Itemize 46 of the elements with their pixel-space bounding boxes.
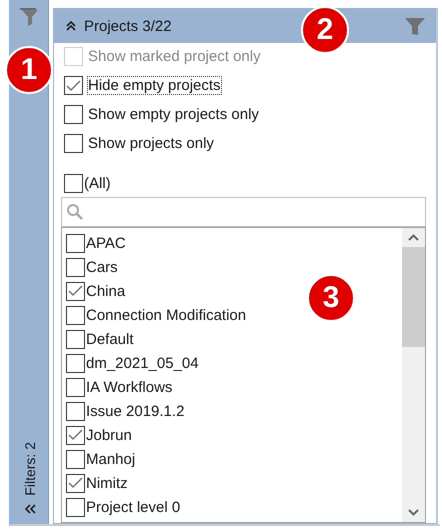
- checkbox[interactable]: [66, 474, 85, 492]
- double-chevron-left-icon[interactable]: [24, 504, 36, 514]
- scroll-up-icon[interactable]: [408, 234, 419, 241]
- search-field[interactable]: [61, 197, 426, 227]
- callout-badge: 2: [301, 6, 349, 54]
- checkbox[interactable]: [66, 306, 85, 324]
- scrollbar-thumb[interactable]: [402, 247, 425, 347]
- scrollbar[interactable]: [402, 228, 425, 522]
- project-label[interactable]: APAC: [86, 234, 126, 252]
- project-label[interactable]: China: [86, 282, 126, 300]
- project-label[interactable]: Default: [86, 330, 134, 348]
- callout-badge: 3: [307, 274, 355, 322]
- all-label[interactable]: (All): [84, 175, 111, 192]
- checkbox[interactable]: [64, 76, 83, 95]
- project-label[interactable]: Issue 2019.1.2: [86, 402, 184, 420]
- filter-icon[interactable]: [18, 8, 40, 28]
- project-label[interactable]: IA Workflows: [86, 378, 172, 396]
- checkbox[interactable]: [66, 402, 85, 420]
- project-label[interactable]: Connection Modification: [86, 306, 246, 324]
- project-label[interactable]: Nimitz: [86, 474, 128, 492]
- scroll-down-icon[interactable]: [408, 509, 419, 516]
- checkbox[interactable]: [66, 426, 85, 444]
- project-label[interactable]: Jobrun: [86, 426, 132, 444]
- option-label[interactable]: Show empty projects only: [88, 106, 259, 123]
- filter-count-label: Filters: 2: [22, 442, 38, 496]
- checkbox[interactable]: [64, 174, 83, 193]
- checkbox[interactable]: [64, 134, 83, 153]
- checkbox[interactable]: [66, 354, 85, 372]
- option-label[interactable]: Hide empty projects: [88, 77, 221, 94]
- checkbox[interactable]: [66, 450, 85, 468]
- checkbox[interactable]: [66, 282, 85, 300]
- checkbox[interactable]: [66, 498, 85, 516]
- search-icon: [66, 203, 84, 221]
- checkbox[interactable]: [66, 330, 85, 348]
- panel-title: Projects 3/22: [84, 18, 172, 34]
- checkbox[interactable]: [64, 105, 83, 124]
- project-label[interactable]: Cars: [86, 258, 118, 276]
- project-label[interactable]: Manhoj: [86, 450, 136, 468]
- option-label[interactable]: Show projects only: [88, 135, 214, 152]
- checkbox[interactable]: [66, 378, 85, 396]
- collapse-icon[interactable]: [66, 21, 76, 31]
- project-label[interactable]: Project level 0: [86, 498, 180, 516]
- callout-badge: 1: [5, 46, 53, 94]
- checkbox[interactable]: [66, 234, 85, 252]
- project-label[interactable]: dm_2021_05_04: [86, 354, 199, 372]
- checkbox[interactable]: [66, 258, 85, 276]
